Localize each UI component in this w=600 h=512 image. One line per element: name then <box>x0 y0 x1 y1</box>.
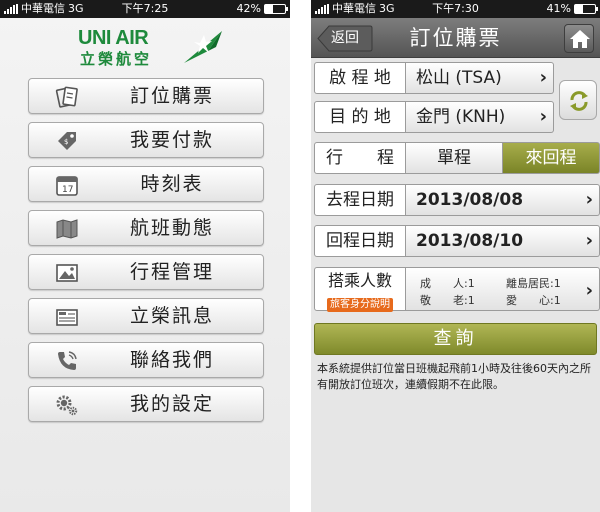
newspaper-icon <box>56 309 78 326</box>
logo-text-zh: 立榮航空 <box>80 50 153 68</box>
battery-info: 41% <box>546 0 598 18</box>
menu-itinerary-button[interactable]: 行程管理 <box>28 254 264 290</box>
return-date-picker[interactable]: 2013/08/10 › <box>406 225 600 257</box>
origin-label: 啟 程 地 <box>314 62 406 94</box>
menu-label: 聯絡我們 <box>129 349 214 371</box>
menu-label: 時刻表 <box>140 173 204 195</box>
passengers-row: 搭乘人數 旅客身分說明 成 人:1 離島居民:1 敬 老:1 愛 心:1 › <box>314 267 600 312</box>
nav-bar: 返回 訂位購票 <box>311 18 600 58</box>
main-menu-screen: 中華電信 3G 下午7:25 42% UNI AIR 立榮航空 訂位購票 $ 我… <box>0 0 290 512</box>
menu-settings-button[interactable]: 我的設定 <box>28 386 264 422</box>
menu-label: 行程管理 <box>129 261 214 283</box>
one-way-option[interactable]: 單程 <box>406 142 503 174</box>
trip-type-label: 行 程 <box>314 142 406 174</box>
logo-bird-icon <box>184 31 222 63</box>
origin-select[interactable]: 松山 (TSA) › <box>406 62 554 94</box>
booking-screen: 中華電信 3G 下午7:30 41% 返回 訂位購票 啟 程 地 松山 (TSA… <box>311 0 600 512</box>
return-date-label: 回程日期 <box>314 225 406 257</box>
battery-percent: 42% <box>236 2 261 15</box>
price-tag-icon: $ <box>58 132 76 150</box>
origin-value: 松山 (TSA) <box>416 68 502 88</box>
return-date-row: 回程日期 2013/08/10 › <box>314 225 600 257</box>
destination-label: 目 的 地 <box>314 101 406 133</box>
chevron-right-icon: › <box>585 189 593 210</box>
passengers-selector[interactable]: 成 人:1 離島居民:1 敬 老:1 愛 心:1 › <box>406 267 600 311</box>
booking-note: 本系統提供訂位當日班機起飛前1小時及往後60天內之所有開放訂位班次，連續假期不在… <box>317 362 591 391</box>
ticket-icon <box>55 86 78 108</box>
pax-adult: 成 人:1 <box>420 277 475 290</box>
menu-label: 訂位購票 <box>129 85 214 107</box>
menu-label: 我的設定 <box>129 393 214 415</box>
trip-type-row: 行 程 單程 來回程 <box>314 142 600 174</box>
return-date-value: 2013/08/10 <box>416 231 524 251</box>
depart-date-label: 去程日期 <box>314 184 406 216</box>
home-icon <box>570 30 590 48</box>
battery-percent: 41% <box>546 2 571 15</box>
chevron-right-icon: › <box>539 106 547 127</box>
menu-label: 航班動態 <box>129 217 214 239</box>
svg-text:17: 17 <box>62 185 73 195</box>
menu-booking-button[interactable]: 訂位購票 <box>28 78 264 114</box>
battery-info: 42% <box>236 0 288 18</box>
chevron-right-icon: › <box>585 280 593 301</box>
menu-news-button[interactable]: 立榮訊息 <box>28 298 264 334</box>
menu-timetable-button[interactable]: 17 時刻表 <box>28 166 264 202</box>
calendar-icon: 17 <box>56 176 78 196</box>
status-bar: 中華電信 3G 下午7:25 42% <box>0 0 290 18</box>
back-button[interactable]: 返回 <box>317 25 373 52</box>
menu-flight-status-button[interactable]: 航班動態 <box>28 210 264 246</box>
destination-value: 金門 (KNH) <box>416 107 506 127</box>
query-button[interactable]: 查詢 <box>314 323 597 355</box>
home-button[interactable] <box>564 24 594 53</box>
phone-icon <box>58 351 77 370</box>
photo-icon <box>56 264 78 282</box>
uniair-logo: UNI AIR 立榮航空 <box>78 27 238 71</box>
page-title: 訂位購票 <box>409 26 502 50</box>
origin-row: 啟 程 地 松山 (TSA) › <box>314 62 554 94</box>
destination-select[interactable]: 金門 (KNH) › <box>406 101 554 133</box>
depart-date-value: 2013/08/08 <box>416 190 524 210</box>
passengers-label-box: 搭乘人數 旅客身分說明 <box>314 267 406 312</box>
battery-icon <box>264 4 288 14</box>
destination-row: 目 的 地 金門 (KNH) › <box>314 101 554 133</box>
menu-payment-button[interactable]: $ 我要付款 <box>28 122 264 158</box>
menu-label: 立榮訊息 <box>129 305 214 327</box>
chevron-right-icon: › <box>539 67 547 88</box>
status-bar: 中華電信 3G 下午7:30 41% <box>311 0 600 18</box>
map-icon <box>56 219 78 239</box>
round-trip-option[interactable]: 來回程 <box>503 142 600 174</box>
back-label: 返回 <box>331 30 359 46</box>
logo-text-en: UNI AIR <box>78 27 149 49</box>
chevron-right-icon: › <box>585 230 593 251</box>
menu-label: 我要付款 <box>129 129 214 151</box>
svg-text:$: $ <box>64 138 68 146</box>
depart-date-picker[interactable]: 2013/08/08 › <box>406 184 600 216</box>
passengers-label: 搭乘人數 <box>327 271 392 290</box>
pax-senior: 敬 老:1 <box>420 294 475 307</box>
gear-icon <box>56 395 78 416</box>
battery-icon <box>574 4 598 14</box>
depart-date-row: 去程日期 2013/08/08 › <box>314 184 600 216</box>
swap-icon <box>570 91 588 111</box>
passenger-type-help-button[interactable]: 旅客身分說明 <box>327 298 393 312</box>
pax-disabled: 愛 心:1 <box>506 294 561 307</box>
menu-contact-button[interactable]: 聯絡我們 <box>28 342 264 378</box>
swap-route-button[interactable] <box>559 80 597 120</box>
pax-island-resident: 離島居民:1 <box>506 277 561 290</box>
